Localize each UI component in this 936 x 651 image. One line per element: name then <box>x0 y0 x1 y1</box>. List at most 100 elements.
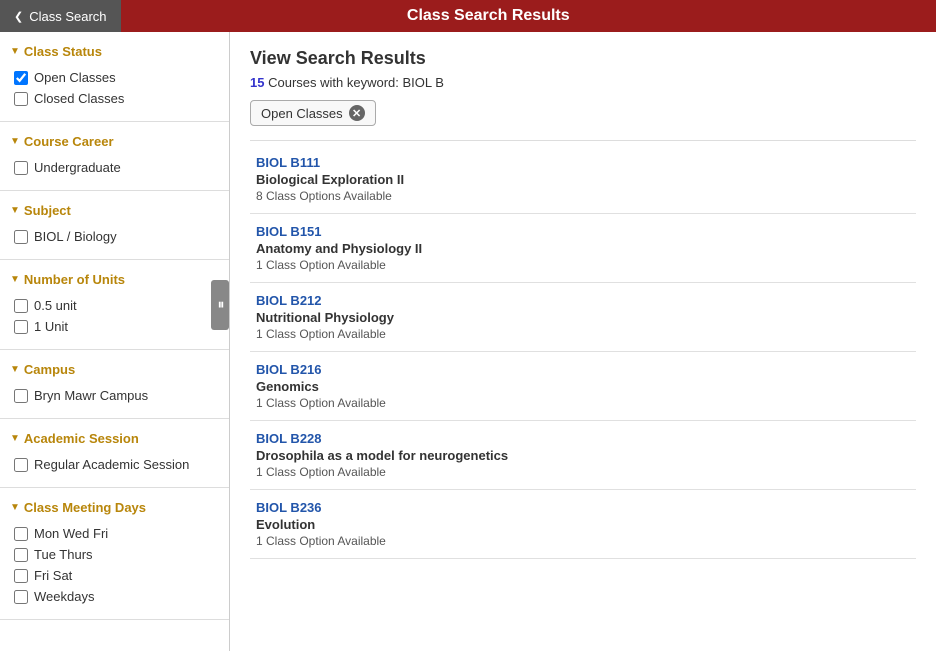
filter-items-campus: Bryn Mawr Campus <box>0 381 229 410</box>
checkbox-class-meeting-days-2[interactable] <box>14 569 28 583</box>
scroll-handle[interactable]: ⏸ <box>211 280 229 330</box>
back-label: Class Search <box>29 9 106 24</box>
course-name: Genomics <box>256 379 916 394</box>
count-number: 15 <box>250 75 264 90</box>
caret-icon: ▼ <box>10 502 20 513</box>
filter-item[interactable]: 1 Unit <box>14 316 219 337</box>
course-item[interactable]: BIOL B236 Evolution 1 Class Option Availab… <box>250 490 916 559</box>
filter-item-label: Closed Classes <box>34 91 124 106</box>
checkbox-number-of-units-0[interactable] <box>14 299 28 313</box>
filter-item[interactable]: Bryn Mawr Campus <box>14 385 219 406</box>
filter-item-label: 1 Unit <box>34 319 68 334</box>
course-item[interactable]: BIOL B228 Drosophila as a model for neuro… <box>250 421 916 490</box>
filter-item-label: 0.5 unit <box>34 298 77 313</box>
course-options: 1 Class Option Available <box>256 258 916 272</box>
scroll-handle-icon: ⏸ <box>218 296 223 313</box>
course-name: Drosophila as a model for neurogenetics <box>256 448 916 463</box>
caret-icon: ▼ <box>10 433 20 444</box>
course-options: 1 Class Option Available <box>256 465 916 479</box>
checkbox-academic-session-0[interactable] <box>14 458 28 472</box>
back-button[interactable]: ❮ Class Search <box>0 0 121 32</box>
filter-item[interactable]: Tue Thurs <box>14 544 219 565</box>
filter-section-label: Course Career <box>24 134 114 149</box>
checkbox-course-career-0[interactable] <box>14 161 28 175</box>
checkbox-class-meeting-days-0[interactable] <box>14 527 28 541</box>
divider <box>250 140 916 141</box>
result-count: 15 Courses with keyword: BIOL B <box>250 75 916 90</box>
filter-title-class-status[interactable]: ▼ Class Status <box>0 40 229 63</box>
page-title: Class Search Results <box>121 7 936 25</box>
filter-section-label: Subject <box>24 203 71 218</box>
course-name: Evolution <box>256 517 916 532</box>
filter-items-number-of-units: 0.5 unit 1 Unit <box>0 291 229 341</box>
top-bar: ❮ Class Search Class Search Results <box>0 0 936 32</box>
course-item[interactable]: BIOL B111Biological Exploration II8 Clas… <box>250 145 916 214</box>
filter-item[interactable]: 0.5 unit <box>14 295 219 316</box>
filter-item-label: Fri Sat <box>34 568 72 583</box>
filter-title-academic-session[interactable]: ▼ Academic Session <box>0 427 229 450</box>
active-filter-tag[interactable]: Open Classes ✕ <box>250 100 376 126</box>
active-filter-label: Open Classes <box>261 106 343 121</box>
filter-section-number-of-units: ▼ Number of Units 0.5 unit 1 Unit <box>0 260 229 350</box>
caret-icon: ▼ <box>10 46 20 57</box>
checkbox-campus-0[interactable] <box>14 389 28 403</box>
view-results-title: View Search Results <box>250 48 916 69</box>
caret-icon: ▼ <box>10 274 20 285</box>
filter-section-label: Class Status <box>24 44 102 59</box>
filter-items-class-status: Open Classes Closed Classes <box>0 63 229 113</box>
filter-item-label: Mon Wed Fri <box>34 526 108 541</box>
filter-item[interactable]: Closed Classes <box>14 88 219 109</box>
filter-section-course-career: ▼ Course Career Undergraduate <box>0 122 229 191</box>
filter-item[interactable]: Regular Academic Session <box>14 454 219 475</box>
filter-item-label: Regular Academic Session <box>34 457 189 472</box>
filter-section-class-status: ▼ Class Status Open Classes Closed Classes <box>0 32 229 122</box>
filter-title-campus[interactable]: ▼ Campus <box>0 358 229 381</box>
course-options: 1 Class Option Available <box>256 534 916 548</box>
filter-section-subject: ▼ Subject BIOL / Biology <box>0 191 229 260</box>
filter-item[interactable]: Weekdays <box>14 586 219 607</box>
course-item[interactable]: BIOL B151Anatomy and Physiology II1 Clas… <box>250 214 916 283</box>
filter-title-subject[interactable]: ▼ Subject <box>0 199 229 222</box>
filter-item[interactable]: Undergraduate <box>14 157 219 178</box>
filter-items-academic-session: Regular Academic Session <box>0 450 229 479</box>
filter-items-subject: BIOL / Biology <box>0 222 229 251</box>
filter-items-class-meeting-days: Mon Wed Fri Tue Thurs Fri Sat Weekdays <box>0 519 229 611</box>
course-name: Nutritional Physiology <box>256 310 916 325</box>
checkbox-class-status-0[interactable] <box>14 71 28 85</box>
checkbox-class-meeting-days-3[interactable] <box>14 590 28 604</box>
filter-section-campus: ▼ Campus Bryn Mawr Campus <box>0 350 229 419</box>
filter-item[interactable]: Fri Sat <box>14 565 219 586</box>
filter-item[interactable]: BIOL / Biology <box>14 226 219 247</box>
checkbox-number-of-units-1[interactable] <box>14 320 28 334</box>
filter-item[interactable]: Open Classes <box>14 67 219 88</box>
filter-item-label: Bryn Mawr Campus <box>34 388 148 403</box>
course-code: BIOL B236 <box>256 500 916 515</box>
filter-item-label: Undergraduate <box>34 160 121 175</box>
course-code: BIOL B228 <box>256 431 916 446</box>
course-item[interactable]: BIOL B216Genomics1 Class Option Availabl… <box>250 352 916 421</box>
filter-section-label: Academic Session <box>24 431 139 446</box>
filter-section-label: Campus <box>24 362 75 377</box>
filter-section-class-meeting-days: ▼ Class Meeting Days Mon Wed Fri Tue Thurs… <box>0 488 229 620</box>
filter-section-label: Class Meeting Days <box>24 500 146 515</box>
filter-title-class-meeting-days[interactable]: ▼ Class Meeting Days <box>0 496 229 519</box>
caret-icon: ▼ <box>10 136 20 147</box>
course-item[interactable]: BIOL B212 Nutritional Physiology 1 Class O… <box>250 283 916 352</box>
remove-filter-icon[interactable]: ✕ <box>349 105 365 121</box>
course-options: 8 Class Options Available <box>256 189 916 203</box>
course-options: 1 Class Option Available <box>256 327 916 341</box>
back-arrow-icon: ❮ <box>14 10 23 23</box>
filter-title-number-of-units[interactable]: ▼ Number of Units <box>0 268 229 291</box>
checkbox-class-meeting-days-1[interactable] <box>14 548 28 562</box>
filter-title-course-career[interactable]: ▼ Course Career <box>0 130 229 153</box>
filter-item-label: Open Classes <box>34 70 116 85</box>
filter-item[interactable]: Mon Wed Fri <box>14 523 219 544</box>
checkbox-class-status-1[interactable] <box>14 92 28 106</box>
caret-icon: ▼ <box>10 205 20 216</box>
caret-icon: ▼ <box>10 364 20 375</box>
course-code: BIOL B212 <box>256 293 916 308</box>
course-code: BIOL B151 <box>256 224 916 239</box>
filter-item-label: Weekdays <box>34 589 94 604</box>
checkbox-subject-0[interactable] <box>14 230 28 244</box>
filter-section-academic-session: ▼ Academic Session Regular Academic Sessi… <box>0 419 229 488</box>
